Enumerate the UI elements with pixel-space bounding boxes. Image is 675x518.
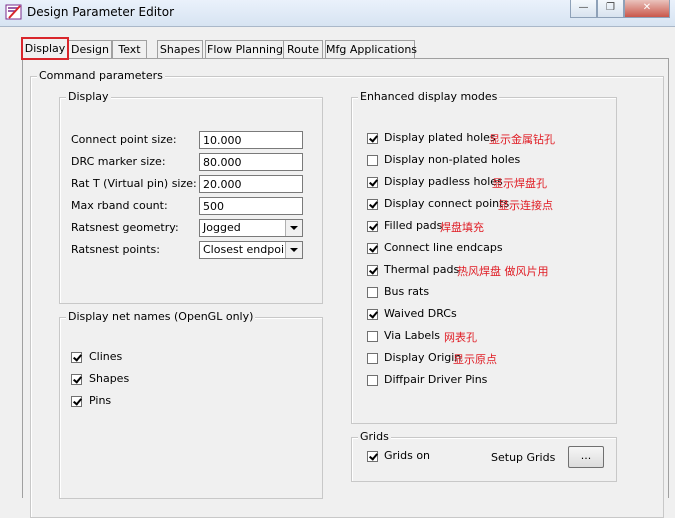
diffpair-driver-pins-label: Diffpair Driver Pins (384, 373, 488, 386)
connect-points-checkbox[interactable] (367, 199, 378, 210)
via-labels-checkbox[interactable] (367, 331, 378, 342)
connect-points-label: Display connect points (384, 197, 510, 210)
via-labels-note: 网表孔 (444, 331, 477, 344)
tab-shapes[interactable]: Shapes (157, 40, 203, 59)
padless-holes-label: Display padless holes (384, 175, 503, 188)
via-labels-label: Via Labels (384, 329, 440, 342)
connect-line-endcaps-label: Connect line endcaps (384, 241, 503, 254)
ratsnest-points-select[interactable]: Closest endpoint (199, 241, 303, 259)
net-names-group-title: Display net names (OpenGL only) (66, 310, 256, 323)
command-parameters-title: Command parameters (37, 69, 165, 82)
ratsnest-geometry-label: Ratsnest geometry: (71, 221, 179, 234)
connect-point-size-input[interactable] (199, 131, 303, 149)
close-button[interactable]: ✕ (624, 0, 670, 18)
thermal-pads-checkbox[interactable] (367, 265, 378, 276)
waived-drcs-label: Waived DRCs (384, 307, 457, 320)
setup-grids-button[interactable]: ... (568, 446, 604, 468)
filled-pads-checkbox[interactable] (367, 221, 378, 232)
plated-holes-label: Display plated holes (384, 131, 496, 144)
drc-marker-size-label: DRC marker size: (71, 155, 166, 168)
connect-point-size-label: Connect point size: (71, 133, 177, 146)
grids-title: Grids (358, 430, 391, 443)
display-group: Display Connect point size: DRC marker s… (59, 90, 323, 304)
grids-on-checkbox[interactable] (367, 451, 378, 462)
window-title: Design Parameter Editor (27, 5, 175, 19)
chevron-down-icon[interactable] (285, 220, 302, 236)
filled-pads-note: 焊盘填充 (440, 221, 484, 234)
command-parameters-group: Command parameters Display Connect point… (30, 69, 664, 518)
thermal-pads-note: 热风焊盘 做风片用 (457, 265, 549, 278)
tab-display[interactable]: Display (21, 37, 69, 60)
tab-design[interactable]: Design (68, 40, 112, 59)
app-icon (5, 4, 22, 20)
plated-holes-checkbox[interactable] (367, 133, 378, 144)
enhanced-display-title: Enhanced display modes (358, 90, 500, 103)
tab-mfg-applications[interactable]: Mfg Applications (325, 40, 417, 59)
diffpair-driver-pins-checkbox[interactable] (367, 375, 378, 386)
setup-grids-label: Setup Grids (491, 451, 556, 464)
thermal-pads-label: Thermal pads (384, 263, 460, 276)
rat-t-size-label: Rat T (Virtual pin) size: (71, 177, 197, 190)
tab-panel-display: Command parameters Display Connect point… (22, 58, 669, 518)
display-origin-note: 显示原点 (453, 353, 497, 366)
shapes-label: Shapes (89, 372, 130, 385)
padless-holes-checkbox[interactable] (367, 177, 378, 188)
clines-label: Clines (89, 350, 123, 363)
grids-on-label: Grids on (384, 449, 431, 462)
net-names-group: Display net names (OpenGL only) Clines S… (59, 310, 323, 499)
tab-text[interactable]: Text (112, 40, 147, 59)
padless-holes-note: 显示焊盘孔 (492, 177, 547, 190)
tab-flow-planning[interactable]: Flow Planning (205, 40, 285, 59)
chevron-down-icon[interactable] (285, 242, 302, 258)
ratsnest-points-value: Closest endpoint (203, 243, 296, 256)
max-rband-count-input[interactable] (199, 197, 303, 215)
shapes-checkbox[interactable] (71, 374, 82, 385)
waived-drcs-checkbox[interactable] (367, 309, 378, 320)
pins-label: Pins (89, 394, 112, 407)
rat-t-size-input[interactable] (199, 175, 303, 193)
max-rband-count-label: Max rband count: (71, 199, 168, 212)
tab-route[interactable]: Route (283, 40, 323, 59)
display-origin-checkbox[interactable] (367, 353, 378, 364)
drc-marker-size-input[interactable] (199, 153, 303, 171)
display-origin-label: Display Origin (384, 351, 462, 364)
ratsnest-points-label: Ratsnest points: (71, 243, 160, 256)
non-plated-holes-label: Display non-plated holes (384, 153, 521, 166)
filled-pads-label: Filled pads (384, 219, 443, 232)
minimize-button[interactable]: — (570, 0, 597, 18)
clines-checkbox[interactable] (71, 352, 82, 363)
bus-rats-checkbox[interactable] (367, 287, 378, 298)
display-group-title: Display (66, 90, 111, 103)
bus-rats-label: Bus rats (384, 285, 430, 298)
ratsnest-geometry-select[interactable]: Jogged (199, 219, 303, 237)
enhanced-display-group: Enhanced display modes Display plated ho… (351, 90, 617, 424)
non-plated-holes-checkbox[interactable] (367, 155, 378, 166)
ratsnest-geometry-value: Jogged (203, 221, 241, 234)
pins-checkbox[interactable] (71, 396, 82, 407)
connect-line-endcaps-checkbox[interactable] (367, 243, 378, 254)
connect-points-note: 显示连接点 (498, 199, 553, 212)
title-bar: Design Parameter Editor — ❐ ✕ (0, 0, 675, 27)
grids-group: Grids Grids on Setup Grids ... (351, 430, 617, 482)
plated-holes-note: 显示金属钻孔 (489, 133, 555, 146)
restore-button[interactable]: ❐ (597, 0, 624, 18)
